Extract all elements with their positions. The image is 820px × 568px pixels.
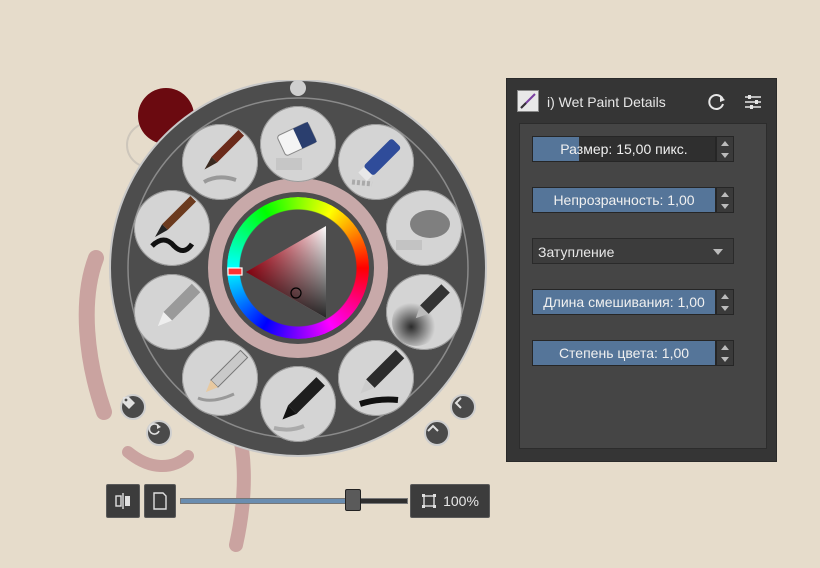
brush-slot-paint-brush[interactable] [182, 124, 258, 200]
docker-body: Размер: 15,00 пикс. Непрозрачность: 1,00… [519, 123, 767, 449]
opacity-decrease-button[interactable] [717, 200, 733, 212]
ink-pen-icon [273, 377, 325, 432]
chevron-down-icon [713, 249, 723, 255]
fineliner-icon [157, 283, 201, 327]
zoom-slider-handle[interactable] [345, 489, 362, 511]
chevron-left-icon [454, 397, 462, 409]
wet-paint-docker: i) Wet Paint Details Размер: 15,00 пикс. [506, 78, 777, 462]
zoom-fit-button[interactable]: 100% [410, 484, 490, 518]
opacity-slider[interactable]: Непрозрачность: 1,00 [532, 187, 716, 213]
size-increase-button[interactable] [717, 137, 733, 149]
ink-brush-icon [150, 195, 197, 253]
rotate-icon [148, 423, 161, 435]
chevron-up-icon [427, 424, 439, 432]
brush-preset-icon[interactable] [517, 90, 539, 112]
collapse-up-button[interactable] [424, 420, 450, 446]
size-slider-label: Размер: 15,00 пикс. [560, 141, 688, 157]
settings-sliders-icon[interactable] [743, 92, 763, 112]
zoom-slider-fill [181, 499, 353, 503]
docker-title: i) Wet Paint Details [547, 94, 666, 110]
size-spinbox [716, 136, 734, 162]
color-rate-slider-row: Степень цвета: 1,00 [532, 340, 734, 366]
color-rate-slider[interactable]: Степень цвета: 1,00 [532, 340, 716, 366]
eraser-pen-icon [351, 139, 401, 187]
opacity-spinbox [716, 187, 734, 213]
color-rate-spinbox [716, 340, 734, 366]
size-decrease-button[interactable] [717, 149, 733, 161]
brush-slot-eraser[interactable] [260, 106, 336, 182]
eraser-icon [276, 121, 317, 170]
marker-icon [359, 349, 405, 407]
opacity-slider-row: Непрозрачность: 1,00 [532, 187, 734, 213]
size-slider[interactable]: Размер: 15,00 пикс. [532, 136, 716, 162]
opacity-slider-label: Непрозрачность: 1,00 [553, 192, 695, 208]
color-rate-slider-label: Степень цвета: 1,00 [558, 345, 690, 361]
docker-header: i) Wet Paint Details [507, 79, 776, 123]
brush-slot-eraser-pen[interactable] [338, 124, 414, 200]
brush-slot-blender[interactable] [386, 190, 462, 266]
clear-canvas-button[interactable] [144, 484, 176, 518]
smudge-length-slider-label: Длина смешивания: 1,00 [543, 294, 705, 310]
page-icon [153, 492, 167, 510]
arrow-down-icon [721, 356, 729, 362]
color-rate-decrease-button[interactable] [717, 353, 733, 365]
reload-preset-icon[interactable] [707, 92, 727, 112]
smudge-length-spinbox [716, 289, 734, 315]
airbrush-icon [392, 284, 450, 346]
fit-frame-icon [422, 494, 437, 508]
smudge-length-slider[interactable]: Длина смешивания: 1,00 [532, 289, 716, 315]
arrow-up-icon [721, 344, 729, 350]
size-slider-row: Размер: 15,00 пикс. [532, 136, 734, 162]
color-rate-increase-button[interactable] [717, 341, 733, 353]
smudge-length-increase-button[interactable] [717, 290, 733, 302]
brush-slot-ink-brush[interactable] [134, 190, 210, 266]
blender-icon [396, 210, 450, 250]
brush-slot-ink-pen[interactable] [260, 366, 336, 442]
brush-slot-airbrush[interactable] [386, 274, 462, 350]
brush-slot-marker[interactable] [338, 340, 414, 416]
brush-slot-fineliner[interactable] [134, 274, 210, 350]
mirror-icon [115, 493, 130, 509]
smudge-length-decrease-button[interactable] [717, 302, 733, 314]
zoom-slider-track[interactable] [180, 498, 408, 504]
arrow-down-icon [721, 203, 729, 209]
tag-selector-button[interactable] [120, 394, 146, 420]
smudge-length-slider-row: Длина смешивания: 1,00 [532, 289, 734, 315]
palette-drag-handle[interactable] [290, 80, 306, 96]
tag-icon [123, 397, 135, 409]
collapse-left-button[interactable] [450, 394, 476, 420]
brush-slot-pencil[interactable] [182, 340, 258, 416]
arrow-down-icon [721, 305, 729, 311]
arrow-up-icon [721, 293, 729, 299]
smudge-mode-dropdown[interactable]: Затупление [532, 238, 734, 264]
opacity-increase-button[interactable] [717, 188, 733, 200]
zoom-level-label: 100% [443, 493, 479, 509]
mirror-canvas-button[interactable] [106, 484, 140, 518]
paint-brush-icon [203, 129, 245, 184]
smudge-mode-value: Затупление [538, 244, 615, 260]
arrow-down-icon [721, 152, 729, 158]
pencil-icon [197, 349, 249, 402]
reset-rotation-button[interactable] [146, 420, 172, 446]
popup-palette [106, 80, 490, 464]
arrow-up-icon [721, 140, 729, 146]
arrow-up-icon [721, 191, 729, 197]
